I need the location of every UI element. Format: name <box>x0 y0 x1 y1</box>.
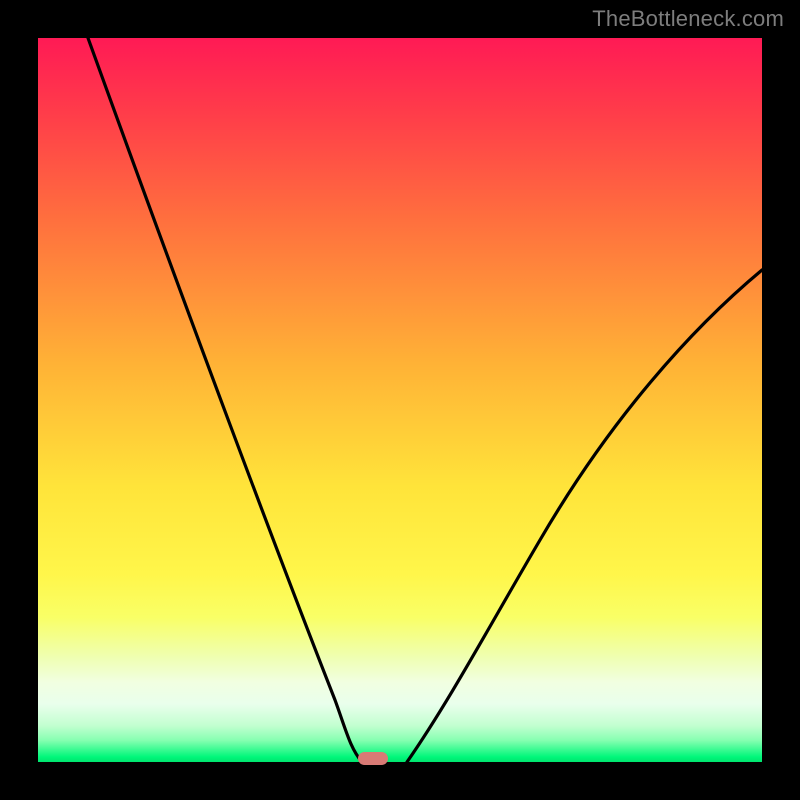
bottleneck-curve <box>0 0 800 800</box>
curve-left-arm <box>88 38 362 762</box>
sweet-spot-marker <box>358 752 388 765</box>
curve-right-arm <box>407 270 762 762</box>
chart-frame: TheBottleneck.com <box>0 0 800 800</box>
watermark-text: TheBottleneck.com <box>592 6 784 32</box>
